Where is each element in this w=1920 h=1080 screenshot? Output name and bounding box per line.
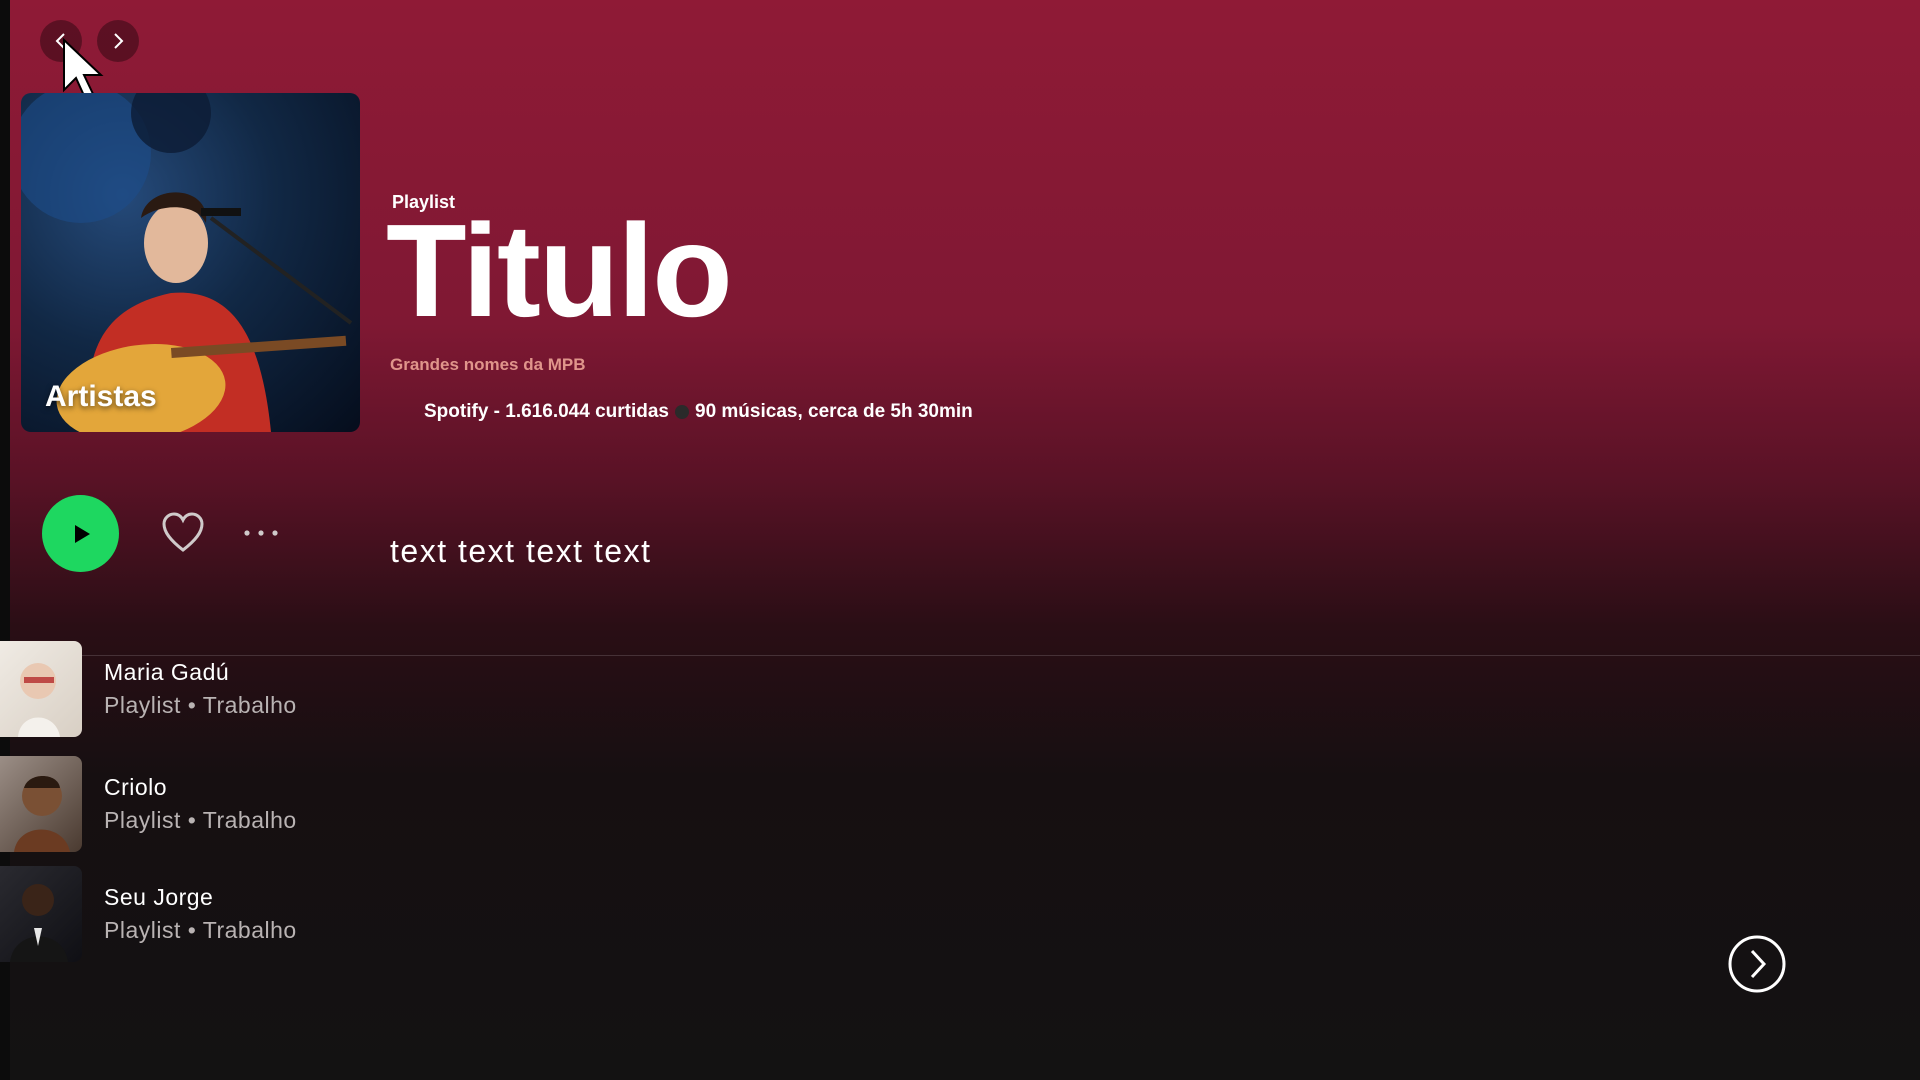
playlist-description: text text text text [390, 533, 652, 569]
playlist-details: 90 músicas, cerca de 5h 30min [695, 401, 973, 422]
track-name[interactable]: Seu Jorge [104, 884, 297, 911]
track-subtitle: Playlist • Trabalho [104, 692, 297, 718]
playlist-subtitle: Grandes nomes da MPB [390, 355, 586, 374]
play-button[interactable] [42, 495, 119, 572]
page-title: Titulo [386, 197, 733, 344]
playlist-meta: Spotify - 1.616.044 curtidas 90 músicas,… [424, 401, 973, 423]
track-name[interactable]: Maria Gadú [104, 659, 297, 686]
playlist-cover[interactable]: Artistas [21, 93, 360, 432]
separator-dot-icon [675, 405, 689, 419]
track-subtitle: Playlist • Trabalho [104, 807, 297, 833]
track-name[interactable]: Criolo [104, 774, 297, 801]
play-icon [74, 524, 90, 543]
list-item[interactable]: Maria Gadú Playlist • Trabalho [0, 640, 700, 738]
track-thumbnail [0, 866, 82, 962]
playlist-owner-likes[interactable]: Spotify - 1.616.044 curtidas [424, 401, 669, 423]
list-item[interactable]: Seu Jorge Playlist • Trabalho [0, 865, 700, 963]
heart-icon[interactable] [160, 510, 206, 556]
list-item[interactable]: Criolo Playlist • Trabalho [0, 755, 700, 853]
track-thumbnail [0, 756, 82, 852]
chevron-right-circle-icon[interactable] [1727, 934, 1787, 994]
chevron-right-icon [114, 33, 124, 49]
cover-label: Artistas [45, 380, 157, 413]
track-subtitle: Playlist • Trabalho [104, 917, 297, 943]
track-thumbnail [0, 641, 82, 737]
more-options-icon[interactable] [241, 520, 285, 546]
